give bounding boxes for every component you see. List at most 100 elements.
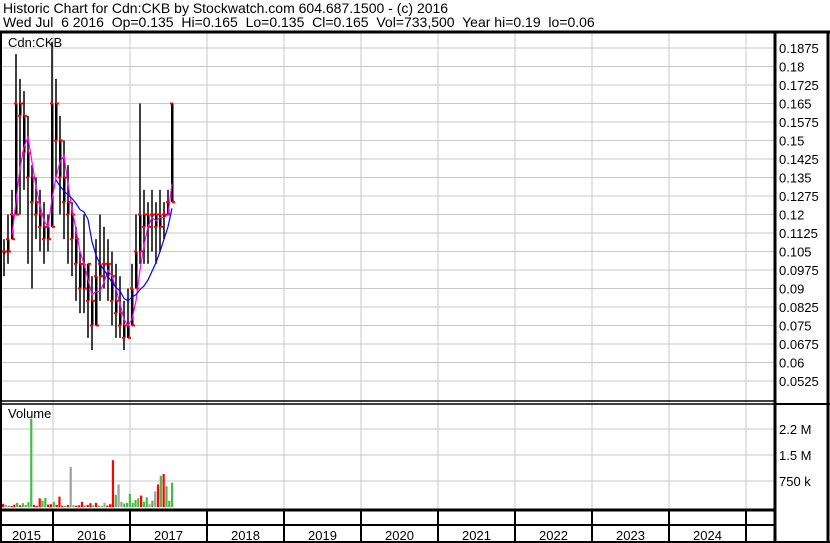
volume-bar (159, 475, 162, 507)
volume-bar (44, 497, 47, 507)
price-tick-label: 0.0825 (779, 300, 819, 315)
close-marker (26, 176, 29, 179)
chart-svg: 0.1875 0.18 0.1725 0.165 0.1575 0.15 0.1425 0.1… (0, 30, 830, 543)
volume-bar (103, 502, 106, 507)
volume-bar (100, 505, 103, 507)
volume-bar (134, 500, 137, 507)
price-tick-label: 0.1275 (779, 189, 819, 204)
year-label: 2019 (308, 528, 337, 543)
open-marker (160, 225, 163, 228)
open-marker (4, 250, 7, 253)
volume-bar (154, 491, 157, 507)
open-marker (128, 336, 131, 339)
close-marker (58, 176, 61, 179)
year-label: 2018 (231, 528, 260, 543)
price-body (59, 140, 62, 178)
price-body (71, 214, 74, 240)
close-marker (122, 336, 125, 339)
price-tick-label: 0.0675 (779, 337, 819, 352)
close-marker (158, 213, 161, 216)
price-body (135, 251, 138, 289)
volume-bar (140, 495, 143, 507)
volume-bar (78, 505, 81, 507)
close-marker (78, 287, 81, 290)
volume-bar (10, 505, 13, 507)
price-body (7, 239, 10, 252)
volume-bar (156, 484, 160, 507)
volume-pane (2, 418, 174, 507)
open-marker (108, 262, 111, 265)
volume-bar (47, 504, 50, 507)
close-marker (14, 102, 17, 105)
price-body (75, 239, 78, 264)
volume-bar (4, 504, 8, 507)
price-tick-label: 0.105 (779, 245, 812, 260)
close-marker (170, 102, 173, 105)
price-tick-label: 0.165 (779, 97, 812, 112)
price-body (127, 325, 130, 338)
close-marker (146, 213, 149, 216)
price-tick-label: 0.18 (779, 60, 804, 75)
price-body (159, 214, 162, 227)
price-body (139, 214, 142, 252)
price-tick-label: 0.0975 (779, 263, 819, 278)
volume-bar (49, 504, 53, 507)
close-marker (130, 287, 133, 290)
volume-bar (27, 502, 30, 507)
volume-bar (69, 467, 72, 507)
open-marker (8, 250, 11, 253)
price-body (27, 152, 30, 178)
price-tick-label: 0.06 (779, 356, 804, 371)
close-marker (62, 201, 65, 204)
volume-bar (168, 500, 171, 507)
price-body (123, 325, 126, 338)
close-marker (110, 299, 113, 302)
volume-bar (106, 505, 109, 507)
price-tick-label: 0.0525 (779, 374, 819, 389)
price-body (51, 103, 54, 227)
close-marker (134, 250, 137, 253)
close-marker (18, 114, 21, 117)
axes: 0.1875 0.18 0.1725 0.165 0.1575 0.15 0.1425 0.1… (0, 30, 830, 543)
open-marker (60, 139, 63, 142)
volume-bar (142, 501, 146, 507)
close-marker (34, 213, 37, 216)
close-marker (90, 324, 93, 327)
year-label: 2015 (12, 528, 41, 543)
year-label: 2017 (154, 528, 183, 543)
close-marker (166, 201, 169, 204)
volume-bar (83, 505, 86, 507)
volume-bar (66, 504, 69, 507)
close-marker (138, 213, 141, 216)
volume-pane-label: Volume (8, 406, 51, 421)
open-marker (16, 213, 19, 216)
close-marker (66, 213, 69, 216)
price-tick-label: 0.12 (779, 208, 804, 223)
volume-bar (128, 493, 131, 507)
volume-bar (58, 496, 61, 507)
price-body (95, 276, 98, 326)
close-marker (30, 201, 33, 204)
price-body (143, 214, 146, 227)
volume-bar (114, 494, 117, 507)
price-pane-label: Cdn:CKB (8, 35, 62, 50)
volume-bar (32, 504, 36, 507)
open-marker (56, 102, 59, 105)
volume-tick-label: 2.2 M (779, 422, 812, 437)
close-marker (54, 139, 57, 142)
volume-bar (75, 505, 78, 507)
volume-bar (89, 503, 92, 507)
open-marker (172, 201, 175, 204)
volume-bar (111, 460, 115, 507)
volume-bar (145, 497, 148, 507)
price-tick-label: 0.1875 (779, 41, 819, 56)
price-body (119, 313, 122, 326)
volume-bar (16, 502, 19, 507)
volume-bar (109, 504, 112, 507)
volume-bar (131, 502, 134, 507)
price-tick-label: 0.09 (779, 282, 804, 297)
price-tick-label: 0.15 (779, 134, 804, 149)
volume-bar (151, 500, 154, 507)
volume-tick-label: 750 k (779, 474, 811, 489)
volume-bar (24, 504, 27, 507)
